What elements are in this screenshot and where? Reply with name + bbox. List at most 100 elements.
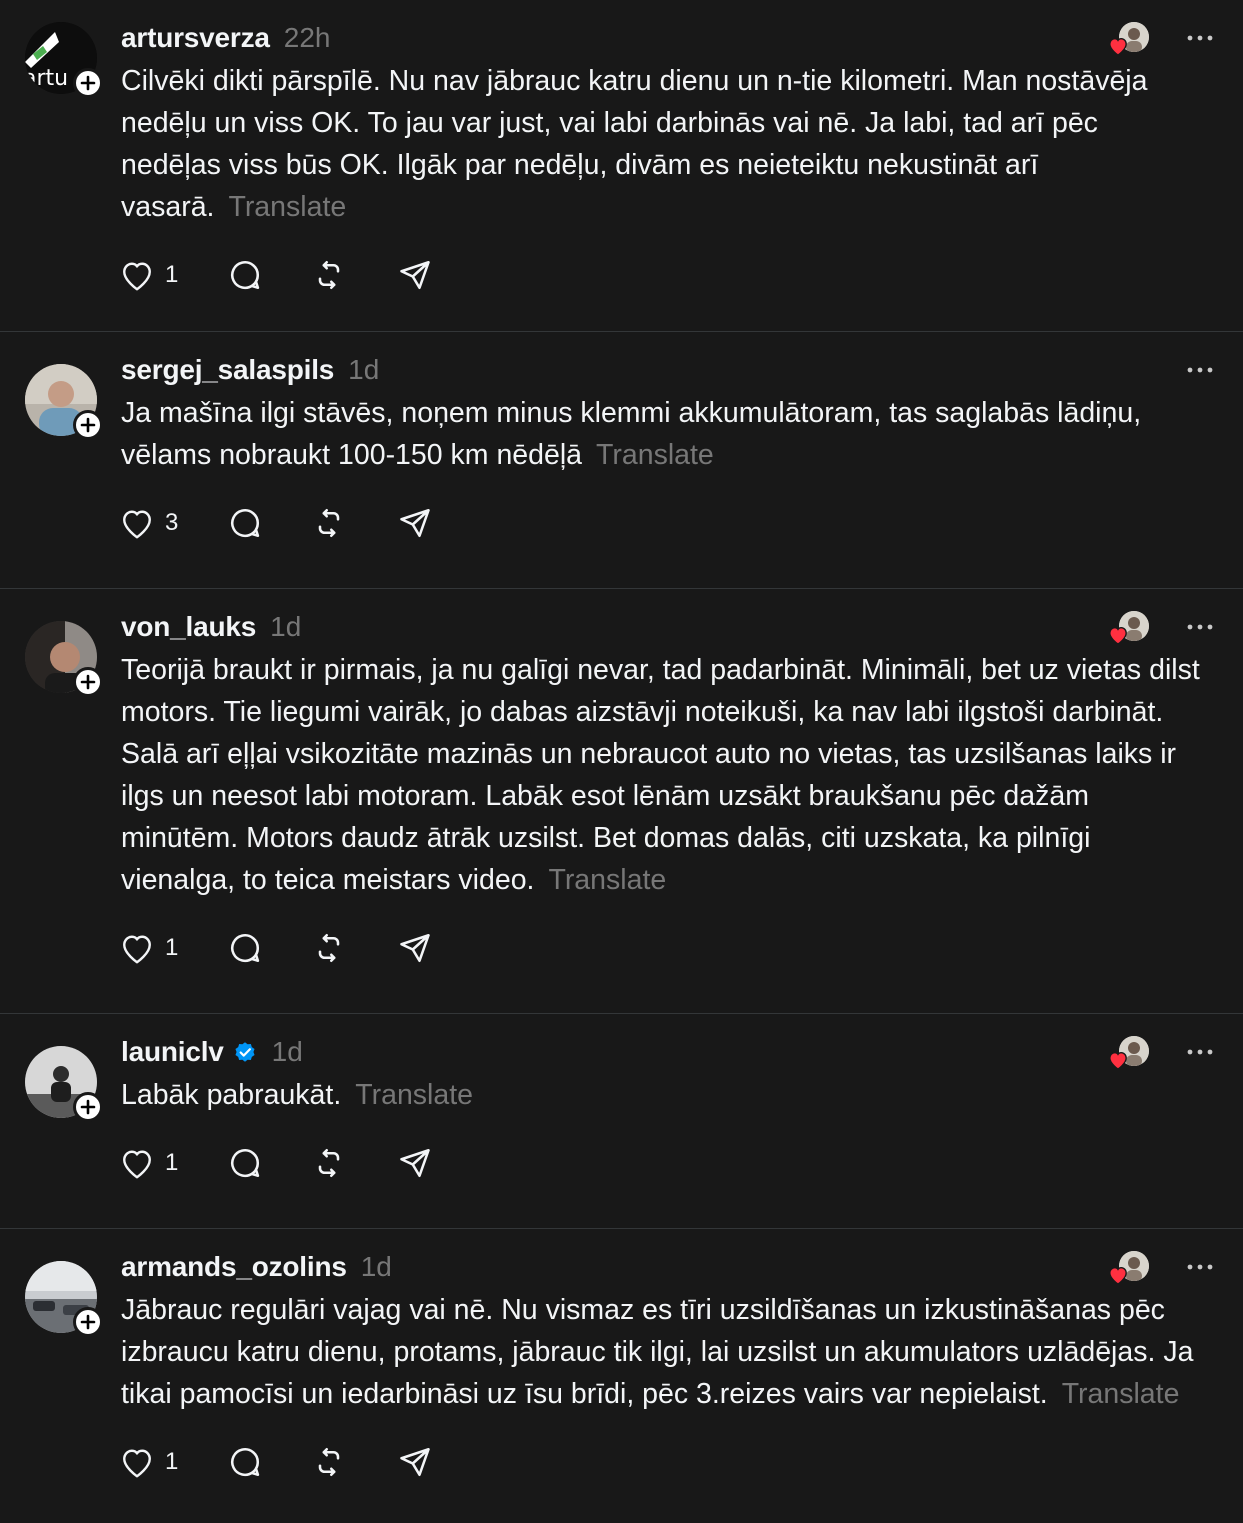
paper-plane-icon xyxy=(400,933,430,963)
repost-button[interactable] xyxy=(311,1145,397,1181)
reply-button[interactable] xyxy=(227,930,311,966)
share-button[interactable] xyxy=(397,1145,433,1181)
follow-button[interactable] xyxy=(73,1092,103,1122)
post-time[interactable]: 22h xyxy=(284,22,331,54)
avatar-wrap[interactable]: artu xyxy=(25,22,103,98)
reply-post: von_lauks 1d Teorijā braukt ir pirmais, … xyxy=(0,589,1243,1014)
reactors[interactable] xyxy=(1103,611,1149,645)
more-options-button[interactable] xyxy=(1185,23,1215,53)
speech-bubble-icon xyxy=(230,934,260,963)
follow-button[interactable] xyxy=(73,667,103,697)
more-dots-icon xyxy=(1187,1264,1213,1270)
repost-button[interactable] xyxy=(311,1444,397,1480)
verified-badge xyxy=(232,1039,258,1065)
more-options-button[interactable] xyxy=(1185,612,1215,642)
username-link[interactable]: armands_ozolins xyxy=(121,1251,347,1283)
post-header: sergej_salaspils 1d xyxy=(121,348,1213,392)
username-link[interactable]: von_lauks xyxy=(121,611,256,643)
repost-arrows-icon xyxy=(318,1447,340,1477)
avatar-wrap[interactable] xyxy=(25,1046,103,1122)
reply-button[interactable] xyxy=(227,257,311,293)
post-time[interactable]: 1d xyxy=(272,1036,303,1068)
follow-button[interactable] xyxy=(73,1307,103,1337)
translate-link[interactable]: Translate xyxy=(228,191,346,223)
post-actions: 1 xyxy=(119,250,1213,300)
reply-button[interactable] xyxy=(227,1444,311,1480)
reactors[interactable] xyxy=(1103,1036,1149,1070)
post-body: Teorijā braukt ir pirmais, ja nu galīgi … xyxy=(121,649,1213,901)
heart-outline-icon xyxy=(123,1150,151,1179)
follow-button[interactable] xyxy=(73,68,103,98)
paper-plane-icon xyxy=(400,508,430,538)
like-button[interactable]: 1 xyxy=(119,1146,227,1180)
post-body: Ja mašīna ilgi stāvēs, noņem minus klemm… xyxy=(121,392,1213,476)
reactors[interactable] xyxy=(1103,1251,1149,1285)
post-header: launiclv 1d xyxy=(121,1030,1213,1074)
more-options-button[interactable] xyxy=(1185,1037,1215,1067)
header-tools xyxy=(1103,22,1215,56)
follow-button[interactable] xyxy=(73,410,103,440)
reactors[interactable] xyxy=(1103,22,1149,56)
repost-arrows-icon xyxy=(318,933,340,963)
repost-button[interactable] xyxy=(311,505,397,541)
avatar-wrap[interactable] xyxy=(25,621,103,697)
post-actions: 3 xyxy=(119,498,1213,548)
header-tools xyxy=(1103,1251,1215,1285)
replies-feed: artu artursverza 22h Cilvēki dikti pārsp… xyxy=(0,0,1243,1521)
plus-icon xyxy=(80,75,96,91)
translate-link[interactable]: Translate xyxy=(1062,1378,1180,1410)
more-options-button[interactable] xyxy=(1185,1252,1215,1282)
avatar-wrap[interactable] xyxy=(25,364,103,440)
translate-link[interactable]: Translate xyxy=(355,1079,473,1111)
share-button[interactable] xyxy=(397,1444,433,1480)
more-dots-icon xyxy=(1187,35,1213,41)
post-body: Labāk pabraukāt. Translate xyxy=(121,1074,1213,1116)
speech-bubble-icon xyxy=(230,509,260,538)
like-button[interactable]: 1 xyxy=(119,1445,227,1479)
share-button[interactable] xyxy=(397,930,433,966)
heart-outline-icon xyxy=(123,262,151,291)
avatar-wrap[interactable] xyxy=(25,1261,103,1337)
username-link[interactable]: launiclv xyxy=(121,1036,224,1068)
share-button[interactable] xyxy=(397,257,433,293)
translate-link[interactable]: Translate xyxy=(548,864,666,896)
header-tools xyxy=(1185,355,1215,385)
speech-bubble-icon xyxy=(230,1149,260,1178)
heart-filled-icon xyxy=(1109,627,1127,645)
like-count: 1 xyxy=(165,1448,179,1475)
post-time[interactable]: 1d xyxy=(270,611,301,643)
repost-button[interactable] xyxy=(311,257,397,293)
post-actions: 1 xyxy=(119,1138,1213,1188)
reply-post: armands_ozolins 1d Jābrauc regulāri vaja… xyxy=(0,1229,1243,1521)
like-button[interactable]: 1 xyxy=(119,931,227,965)
reply-post: launiclv 1d Labāk pabraukāt. Translate 1 xyxy=(0,1014,1243,1229)
like-count: 1 xyxy=(165,1149,179,1176)
heart-filled-icon xyxy=(1109,1267,1127,1285)
speech-bubble-icon xyxy=(230,261,260,290)
repost-arrows-icon xyxy=(318,1148,340,1178)
paper-plane-icon xyxy=(400,1447,430,1477)
translate-link[interactable]: Translate xyxy=(596,439,714,471)
post-body: Cilvēki dikti pārspīlē. Nu nav jābrauc k… xyxy=(121,60,1213,228)
like-button[interactable]: 3 xyxy=(119,506,227,540)
post-text: Labāk pabraukāt. xyxy=(121,1079,342,1111)
heart-outline-icon xyxy=(123,935,151,964)
like-count: 1 xyxy=(165,934,179,961)
more-dots-icon xyxy=(1187,367,1213,373)
share-button[interactable] xyxy=(397,505,433,541)
repost-button[interactable] xyxy=(311,930,397,966)
more-dots-icon xyxy=(1187,1049,1213,1055)
post-time[interactable]: 1d xyxy=(348,354,379,386)
heart-filled-icon xyxy=(1109,1052,1127,1070)
repost-arrows-icon xyxy=(318,508,340,538)
reply-button[interactable] xyxy=(227,505,311,541)
username-link[interactable]: sergej_salaspils xyxy=(121,354,334,386)
reply-button[interactable] xyxy=(227,1145,311,1181)
post-time[interactable]: 1d xyxy=(361,1251,392,1283)
username-link[interactable]: artursverza xyxy=(121,22,270,54)
like-button[interactable]: 1 xyxy=(119,258,227,292)
plus-icon xyxy=(80,417,96,433)
more-options-button[interactable] xyxy=(1185,355,1215,385)
plus-icon xyxy=(80,1314,96,1330)
post-body: Jābrauc regulāri vajag vai nē. Nu vismaz… xyxy=(121,1289,1213,1415)
